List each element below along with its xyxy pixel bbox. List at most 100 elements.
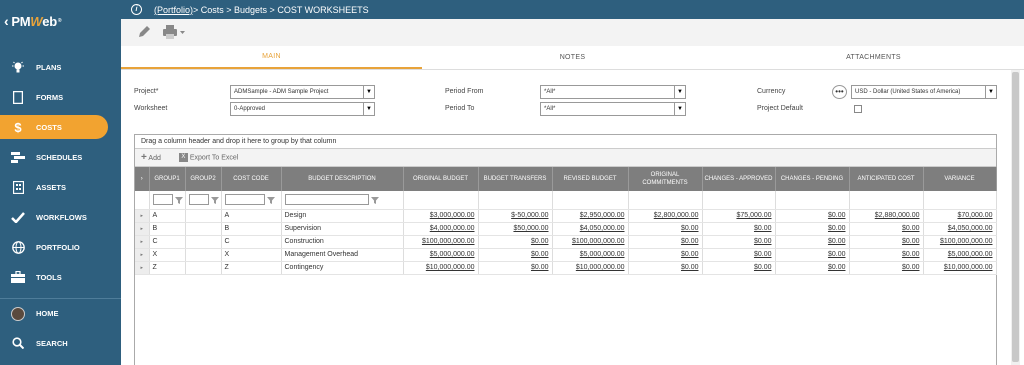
column-header-original-budget[interactable]: ORIGINAL BUDGET [403,167,479,191]
table-cell[interactable]: $10,000,000.00 [923,261,997,275]
add-button[interactable]: + Add [141,152,161,163]
table-cell[interactable]: $2,880,000.00 [849,209,924,223]
export-excel-button[interactable]: X Export To Excel [178,153,238,162]
table-cell[interactable]: $0.00 [775,235,850,249]
info-icon[interactable]: i [131,4,142,15]
more-options-icon[interactable]: ••• [832,85,847,99]
table-cell[interactable]: $100,000,000.00 [923,235,997,249]
column-header-variance[interactable]: VARIANCE [923,167,997,191]
column-header-changes-approved[interactable]: CHANGES - APPROVED [702,167,776,191]
filter-icon[interactable] [370,196,379,204]
group-drop-area[interactable]: Drag a column header and drop it here to… [135,135,996,149]
sidebar-item-costs[interactable]: $ COSTS [0,115,108,139]
table-cell[interactable]: $4,000,000.00 [403,222,479,236]
sidebar-item-workflows[interactable]: WORKFLOWS [0,202,121,232]
filter-icon[interactable] [266,196,275,204]
table-cell[interactable]: $0.00 [775,209,850,223]
table-cell[interactable]: $0.00 [849,222,924,236]
sidebar-item-assets[interactable]: ASSETS [0,172,121,202]
column-header-group2[interactable]: GROUP2 [185,167,222,191]
table-cell[interactable]: $2,800,000.00 [628,209,703,223]
table-cell[interactable]: $0.00 [702,222,776,236]
tab-notes[interactable]: NOTES [422,46,723,69]
filter-input[interactable] [188,194,209,206]
sidebar-item-tools[interactable]: TOOLS [0,262,121,292]
table-cell[interactable]: $50,000.00 [478,222,553,236]
vertical-scrollbar[interactable] [1011,70,1020,365]
column-header-anticipated-cost[interactable]: ANTICIPATED COST [849,167,924,191]
chevron-down-icon[interactable]: ▼ [674,103,685,115]
breadcrumb-portfolio-link[interactable]: (Portfolio) [154,5,193,15]
row-expand-icon[interactable]: ▸ [135,235,150,249]
table-cell[interactable]: $0.00 [628,222,703,236]
sidebar-item-home[interactable]: HOME [0,298,121,328]
sidebar-item-forms[interactable]: FORMS [0,82,121,112]
row-expand-icon[interactable]: ▸ [135,248,150,262]
table-cell[interactable]: $2,950,000.00 [552,209,629,223]
table-cell[interactable]: $4,050,000.00 [923,222,997,236]
table-cell[interactable]: $0.00 [702,261,776,275]
table-row[interactable]: ▸ C C Construction $100,000,000.00 $0.00 $100,… [135,235,997,249]
table-cell[interactable]: $0.00 [478,248,553,262]
table-cell[interactable]: $0.00 [702,235,776,249]
row-expand-icon[interactable]: ▸ [135,222,150,236]
scrollbar-thumb[interactable] [1012,72,1019,362]
filter-input[interactable] [224,194,265,206]
table-cell[interactable]: $100,000,000.00 [552,235,629,249]
filter-icon[interactable] [210,196,219,204]
tab-attachments[interactable]: ATTACHMENTS [723,46,1024,69]
project-default-checkbox[interactable] [854,105,862,113]
table-cell[interactable]: $0.00 [478,235,553,249]
filter-input[interactable] [152,194,173,206]
table-cell[interactable]: $0.00 [628,235,703,249]
table-cell[interactable]: $10,000,000.00 [403,261,479,275]
table-cell[interactable]: $0.00 [849,248,924,262]
column-header-budget-description[interactable]: BUDGET DESCRIPTION [281,167,404,191]
table-row[interactable]: ▸ Z Z Contingency $10,000,000.00 $0.00 $10,000… [135,261,997,275]
period-from-select[interactable]: *All* ▼ [540,85,686,99]
chevron-down-icon[interactable]: ▼ [363,103,374,115]
table-cell[interactable]: $0.00 [775,222,850,236]
chevron-down-icon[interactable]: ▼ [674,86,685,98]
filter-input[interactable] [284,194,369,206]
table-cell[interactable]: $0.00 [478,261,553,275]
table-cell[interactable]: $100,000,000.00 [403,235,479,249]
currency-select[interactable]: USD - Dollar (United States of America) ▼ [851,85,997,99]
column-header-original-commitments[interactable]: ORIGINAL COMMITMENTS [628,167,703,191]
table-cell[interactable]: $5,000,000.00 [923,248,997,262]
column-header-budget-transfers[interactable]: BUDGET TRANSFERS [478,167,553,191]
table-cell[interactable]: $0.00 [702,248,776,262]
column-header-group1[interactable]: GROUP1 [149,167,186,191]
table-cell[interactable]: $4,050,000.00 [552,222,629,236]
sidebar-item-schedules[interactable]: SCHEDULES [0,142,121,172]
worksheet-select[interactable]: 0-Approved ▼ [230,102,375,116]
table-cell[interactable]: $70,000.00 [923,209,997,223]
table-row[interactable]: ▸ X X Management Overhead $5,000,000.00 $0.00… [135,248,997,262]
chevron-down-icon[interactable]: ▼ [363,86,374,98]
column-header-cost-code[interactable]: COST CODE [221,167,282,191]
column-header-revised-budget[interactable]: REVISED BUDGET [552,167,629,191]
table-cell[interactable]: $0.00 [849,235,924,249]
table-cell[interactable]: $75,000.00 [702,209,776,223]
table-cell[interactable]: $10,000,000.00 [552,261,629,275]
table-cell[interactable]: $0.00 [628,248,703,262]
pmweb-logo[interactable]: ‹ PM Web ® [0,0,121,42]
filter-icon[interactable] [174,196,183,204]
table-cell[interactable]: $5,000,000.00 [552,248,629,262]
table-cell[interactable]: $3,000,000.00 [403,209,479,223]
project-select[interactable]: ADMSample - ADM Sample Project ▼ [230,85,375,99]
table-row[interactable]: ▸ B B Supervision $4,000,000.00 $50,000.00 $4,… [135,222,997,236]
chevron-down-icon[interactable]: ▼ [985,86,996,98]
table-cell[interactable]: $5,000,000.00 [403,248,479,262]
table-row[interactable]: ▸ A A Design $3,000,000.00 $-50,000.00 $2,950,… [135,209,997,223]
table-cell[interactable]: $0.00 [775,261,850,275]
print-icon[interactable] [163,24,185,41]
table-cell[interactable]: $0.00 [775,248,850,262]
sidebar-item-portfolio[interactable]: PORTFOLIO [0,232,121,262]
table-cell[interactable]: $0.00 [628,261,703,275]
table-cell[interactable]: $0.00 [849,261,924,275]
edit-pencil-icon[interactable] [137,25,151,41]
row-expand-icon[interactable]: ▸ [135,209,150,223]
tab-main[interactable]: MAIN [121,46,422,69]
chevron-left-icon[interactable]: ‹ [4,13,9,29]
